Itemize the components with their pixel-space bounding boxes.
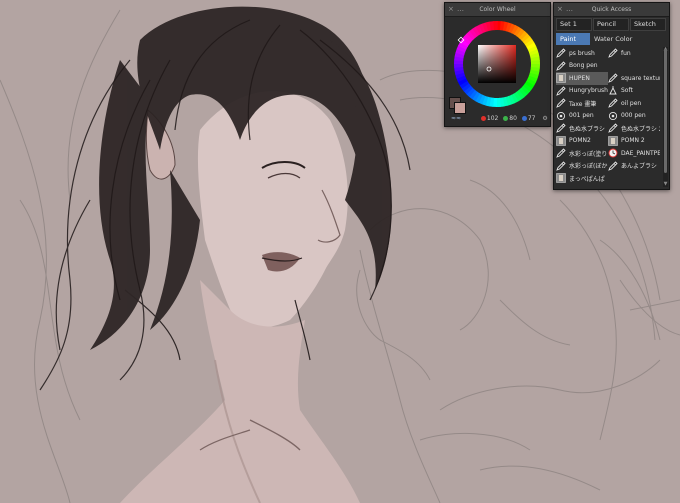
- brush-item[interactable]: 001 pen: [556, 110, 608, 123]
- brush-item[interactable]: POMN2: [556, 135, 608, 148]
- brush-label: まっぺぱんぱ: [569, 175, 605, 183]
- set-tab-pencil[interactable]: Pencil: [593, 18, 629, 31]
- green-value[interactable]: 80: [509, 115, 517, 122]
- brush-item[interactable]: Bong pen: [556, 60, 660, 73]
- panel-title: Quick Access: [591, 6, 632, 13]
- set-tab-sketch[interactable]: Sketch: [630, 18, 666, 31]
- panel-title: Color Wheel: [479, 6, 516, 13]
- pen-brush-icon: [556, 98, 566, 109]
- brush-item[interactable]: Hungrybrush: [556, 85, 608, 98]
- brush-item[interactable]: square texture b: [608, 72, 660, 85]
- set-tabs: Set 1 Pencil Sketch: [556, 18, 666, 31]
- pen-brush-icon: [556, 123, 566, 134]
- brush-item[interactable]: Taxe 畫筆: [556, 97, 608, 110]
- clock-icon: [608, 148, 618, 158]
- round-brush-icon: [556, 111, 566, 121]
- brush-item[interactable]: HUPEN: [556, 72, 608, 85]
- brush-label: 水彩っぽ(塗り: [569, 150, 608, 158]
- pen-brush-icon: [608, 123, 618, 134]
- pen-brush-icon: [556, 86, 566, 96]
- quick-access-panel: × … Quick Access Set 1 Pencil Sketch Pai…: [553, 2, 670, 190]
- color-wheel-panel: × … Color Wheel ≈≈ 102 80 77 ⚙: [444, 2, 551, 127]
- brush-item[interactable]: Soft: [608, 85, 660, 98]
- pen-brush-icon: [556, 61, 566, 71]
- green-dot-icon: [503, 116, 509, 121]
- brush-label: 001 pen: [569, 112, 594, 120]
- brush-item[interactable]: oil pen: [608, 97, 660, 110]
- brush-label: square texture b: [621, 74, 660, 82]
- red-value[interactable]: 102: [487, 115, 498, 122]
- round-brush-icon: [608, 111, 618, 121]
- brush-label: Taxe 畫筆: [569, 100, 597, 108]
- scroll-thumb[interactable]: [664, 49, 667, 173]
- hue-ring[interactable]: [449, 19, 545, 111]
- brush-label: あんよブラシ: [621, 163, 657, 171]
- blue-value[interactable]: 77: [528, 115, 536, 122]
- quick-access-titlebar[interactable]: × … Quick Access: [554, 3, 669, 17]
- brush-item[interactable]: まっぺぱんぱ: [556, 172, 608, 185]
- brush-label: 色ぬ水ブラシ: [569, 125, 605, 133]
- brush-item[interactable]: あんよブラシ: [608, 160, 660, 173]
- brush-label: DAE_PAINTPEN: [621, 149, 660, 157]
- brush-label: POMN 2: [621, 137, 645, 145]
- red-dot-icon: [480, 116, 486, 121]
- brush-list: ps brush fun Bong pen HUPEN square texture b…: [556, 47, 660, 185]
- brush-item[interactable]: 色ぬ水ブラシ 2: [608, 122, 660, 135]
- pen-brush-icon: [556, 161, 566, 171]
- texture-brush-icon: [608, 135, 618, 146]
- scroll-down-icon[interactable]: ▼: [663, 182, 668, 187]
- brush-label: 000 pen: [621, 112, 646, 120]
- brush-label: 色ぬ水ブラシ 2: [621, 125, 660, 133]
- brush-label: oil pen: [621, 99, 642, 107]
- transparent-swatch-icon[interactable]: ≈≈: [451, 115, 465, 122]
- texture-brush-icon: [556, 173, 566, 184]
- brush-label: Hungrybrush: [569, 87, 608, 95]
- category-tabs: Paint Water Color: [556, 33, 666, 45]
- brush-item[interactable]: 000 pen: [608, 110, 660, 123]
- brush-label: 水彩っぽ(ぼかし: [569, 163, 608, 171]
- brush-item[interactable]: 水彩っぽ(ぼかし: [556, 160, 608, 173]
- pen-brush-icon: [608, 98, 618, 109]
- tab-paint[interactable]: Paint: [556, 33, 590, 45]
- set-tab-set-1[interactable]: Set 1: [556, 18, 592, 31]
- color-wheel-titlebar[interactable]: × … Color Wheel: [445, 3, 550, 17]
- pen-brush-icon: [608, 73, 618, 84]
- brush-item[interactable]: POMN 2: [608, 135, 660, 148]
- pen-brush-icon: [556, 148, 566, 159]
- texture-brush-icon: [556, 73, 566, 84]
- brush-label: POMN2: [569, 137, 591, 145]
- rgb-values: ≈≈ 102 80 77 ⚙: [451, 115, 548, 122]
- blue-dot-icon: [521, 116, 527, 121]
- pen-brush-icon: [608, 48, 618, 59]
- tab-water-color[interactable]: Water Color: [590, 33, 636, 45]
- pen-brush-icon: [608, 161, 618, 171]
- brush-label: ps brush: [569, 49, 595, 57]
- brush-item[interactable]: 色ぬ水ブラシ: [556, 122, 608, 135]
- brush-item[interactable]: DAE_PAINTPEN: [608, 147, 660, 160]
- airbrush-icon: [608, 85, 618, 96]
- brush-item[interactable]: fun: [608, 47, 660, 60]
- sub-color-swatch[interactable]: [454, 102, 466, 114]
- brush-label: Soft: [621, 87, 633, 95]
- brush-list-scrollbar[interactable]: ▲ ▼: [663, 47, 668, 187]
- texture-brush-icon: [556, 135, 566, 146]
- brush-item[interactable]: ps brush: [556, 47, 608, 60]
- brush-label: HUPEN: [569, 74, 590, 82]
- brush-label: fun: [621, 49, 631, 57]
- brush-item[interactable]: 水彩っぽ(塗り: [556, 147, 608, 160]
- pen-brush-icon: [556, 48, 566, 59]
- brush-label: Bong pen: [569, 62, 598, 70]
- settings-icon[interactable]: ⚙: [542, 115, 547, 122]
